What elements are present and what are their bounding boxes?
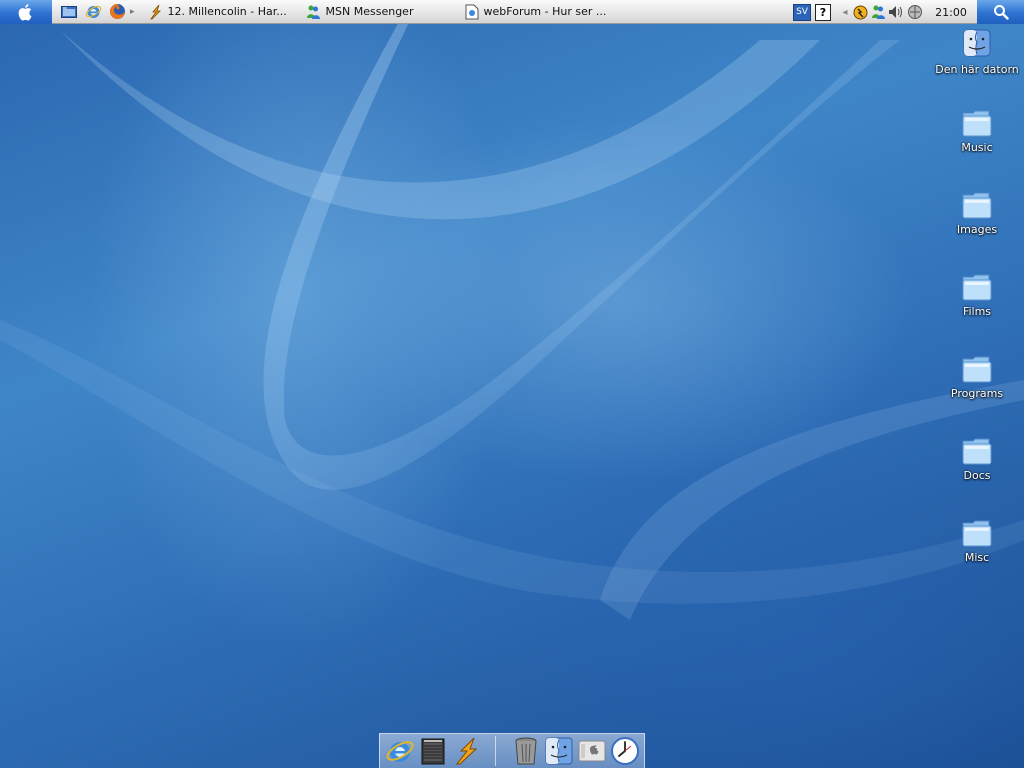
folder-icon xyxy=(962,356,992,383)
volume-icon[interactable] xyxy=(887,3,905,21)
clock[interactable]: 21:00 xyxy=(925,3,977,21)
taskbar-item-msn[interactable]: MSN Messenger xyxy=(299,2,459,22)
internet-explorer-icon xyxy=(386,741,413,762)
taskbar-item-label: webForum - Hur ser ... xyxy=(483,5,607,18)
internet-explorer-icon[interactable] xyxy=(84,3,102,21)
amplifier-icon xyxy=(421,738,444,765)
clock-icon xyxy=(610,737,639,765)
trash-icon xyxy=(515,737,536,765)
dock-item-amplifier[interactable] xyxy=(417,736,448,767)
tray-expand-icon[interactable]: ◂ xyxy=(839,3,851,21)
desktop-icon-misc[interactable]: Misc xyxy=(932,518,1022,564)
language-indicator[interactable]: SV xyxy=(793,3,811,21)
dock xyxy=(379,733,645,768)
help-button[interactable]: ? xyxy=(815,3,831,21)
desktop-icon-films[interactable]: Films xyxy=(932,272,1022,318)
taskbar-item-label: 12. Millencolin - Har... xyxy=(167,5,287,18)
firefox-icon[interactable] xyxy=(108,3,126,21)
search-button[interactable] xyxy=(977,0,1024,24)
apple-logo-icon xyxy=(18,3,32,21)
desktop-icon-computer[interactable]: Den här datorn xyxy=(932,28,1022,76)
folder-icon xyxy=(962,438,992,465)
desktop-icon-label: Programs xyxy=(950,387,1004,400)
system-tray: SV ? ◂ 21:00 xyxy=(793,0,1024,24)
apple-menu-button[interactable] xyxy=(0,0,52,24)
desktop-icon-label: Docs xyxy=(963,469,991,482)
dock-item-trash[interactable] xyxy=(510,736,541,767)
network-icon[interactable] xyxy=(905,3,925,21)
dock-separator xyxy=(495,736,496,766)
desktop-icon-label: Music xyxy=(961,141,993,154)
dock-item-clock[interactable] xyxy=(609,736,640,767)
document-icon xyxy=(465,4,479,19)
folder-icon xyxy=(962,192,992,219)
desktop-icon-programs[interactable]: Programs xyxy=(932,354,1022,400)
winamp-icon xyxy=(149,4,161,19)
system-apple-icon xyxy=(578,740,605,762)
winamp-tray-icon[interactable] xyxy=(851,3,869,21)
folder-icon xyxy=(962,274,992,301)
panel-arrow-icon[interactable]: ▸ xyxy=(130,7,135,17)
quick-launch xyxy=(52,3,126,21)
folder-icon xyxy=(962,520,992,547)
finder-icon xyxy=(545,737,572,765)
finder-computer-icon xyxy=(963,29,991,57)
top-panel: ▸ 12. Millencolin - Har... MSN Messenger… xyxy=(0,0,1024,24)
wallpaper xyxy=(0,20,1024,620)
desktop-icon-label: Images xyxy=(956,223,998,236)
winamp-icon xyxy=(455,737,477,765)
msn-messenger-icon xyxy=(306,5,320,19)
dock-item-finder[interactable] xyxy=(543,736,574,767)
search-icon xyxy=(993,5,1009,20)
msn-tray-icon[interactable] xyxy=(869,3,887,21)
dock-item-system[interactable] xyxy=(576,736,607,767)
desktop-icon-label: Den här datorn xyxy=(935,63,1019,76)
desktop-icon-music[interactable]: Music xyxy=(932,108,1022,154)
desktop-icon-label: Misc xyxy=(964,551,990,564)
desktop-icon-label: Films xyxy=(962,305,992,318)
taskbar-item-label: MSN Messenger xyxy=(325,5,414,18)
desktop-icon-images[interactable]: Images xyxy=(932,190,1022,236)
dock-item-winamp[interactable] xyxy=(450,736,481,767)
dock-item-internet-explorer[interactable] xyxy=(384,736,415,767)
desktop-icon-docs[interactable]: Docs xyxy=(932,436,1022,482)
folder-icon xyxy=(962,110,992,137)
taskbar-item-winamp[interactable]: 12. Millencolin - Har... xyxy=(141,2,299,22)
show-desktop-icon[interactable] xyxy=(60,3,78,21)
taskbar-item-webforum[interactable]: webForum - Hur ser ... xyxy=(459,2,619,22)
